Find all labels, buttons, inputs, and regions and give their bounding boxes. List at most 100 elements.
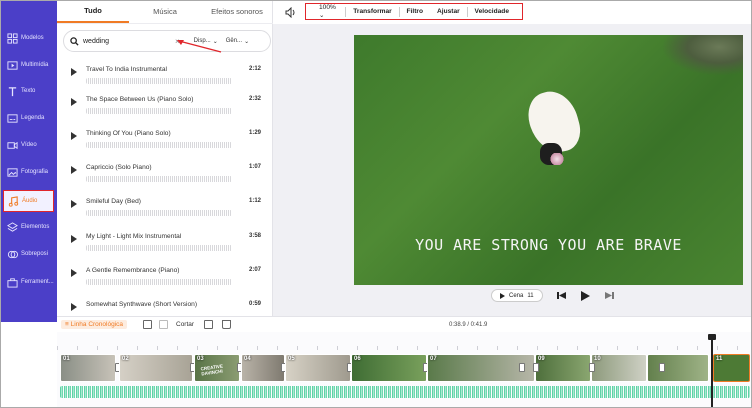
timeline-clip[interactable]: 03 CREATIVE DAVINCHI — [194, 354, 240, 382]
timeline-clip[interactable]: 04 — [241, 354, 285, 382]
clip-number: 01 — [63, 356, 70, 362]
list-item[interactable]: Travel To India Instrumental 2:12 — [57, 58, 273, 91]
transform-button[interactable]: Transformar — [346, 8, 398, 15]
play-button[interactable] — [581, 290, 591, 301]
waveform — [86, 245, 232, 251]
waveform — [86, 142, 232, 148]
speed-button[interactable]: Velocidade — [468, 8, 516, 15]
transition-handle[interactable] — [533, 363, 539, 372]
timeline-clip[interactable]: 02 — [119, 354, 193, 382]
timeline-clip-selected[interactable]: 11 — [713, 354, 750, 382]
sidebar-item-video[interactable]: Vídeo — [3, 134, 54, 156]
trash-icon[interactable] — [222, 320, 231, 329]
search-icon — [70, 36, 79, 46]
sidebar-item-label: Ferrament... — [21, 279, 54, 285]
search-bar: wedding × Disp... ⌄ Gên... ⌄ — [63, 30, 271, 52]
audio-track-waveform[interactable] — [60, 386, 750, 398]
sidebar-item-text[interactable]: Texto — [3, 80, 54, 102]
play-icon[interactable] — [71, 269, 77, 277]
search-input[interactable]: wedding — [83, 38, 171, 45]
list-item[interactable]: My Light - Light Mix Instrumental 3:58 — [57, 225, 273, 258]
play-icon[interactable] — [71, 200, 77, 208]
sidebar-item-label: Fotografia — [21, 169, 49, 175]
timeline-clip[interactable]: 10 — [591, 354, 647, 382]
timeline-clip[interactable]: 05 — [285, 354, 351, 382]
transition-handle[interactable] — [519, 363, 525, 372]
play-icon[interactable] — [71, 303, 77, 311]
sidebar-item-photo[interactable]: Fotografia — [3, 161, 54, 183]
tab-all[interactable]: Tudo — [57, 0, 129, 23]
sidebar-item-elements[interactable]: Elementos — [3, 216, 54, 238]
zoom-select[interactable]: 100% ⌄ — [312, 4, 345, 19]
genre-dropdown[interactable]: Gên... ⌄ — [226, 38, 249, 45]
photo-icon — [7, 167, 18, 177]
transition-handle[interactable] — [589, 363, 595, 372]
playhead[interactable] — [708, 334, 716, 408]
track-duration: 3:58 — [248, 233, 261, 239]
play-icon[interactable] — [71, 98, 77, 106]
play-icon[interactable] — [71, 68, 77, 76]
sidebar-item-label: Multimídia — [21, 62, 49, 68]
cut-button[interactable]: Cortar — [176, 321, 194, 328]
track-title: Travel To India Instrumental — [86, 66, 167, 73]
timeline-mode-button[interactable]: ≡ Linha Cronológica — [61, 320, 128, 329]
track-title: A Gentle Remembrance (Piano) — [86, 267, 180, 274]
clip-number: 06 — [354, 356, 361, 362]
list-item[interactable]: Capriccio (Solo Piano) 1:07 — [57, 156, 273, 189]
scene-button[interactable]: Cena 11 — [491, 289, 543, 302]
sidebar-item-label: Texto — [21, 88, 36, 94]
list-item[interactable]: A Gentle Remembrance (Piano) 2:07 — [57, 259, 273, 292]
filter-button[interactable]: Filtro — [400, 8, 430, 15]
timeline-clip[interactable]: 01 — [60, 354, 116, 382]
video-shrub — [663, 35, 743, 75]
play-icon[interactable] — [71, 235, 77, 243]
sidebar-item-subtitle[interactable]: Legenda — [3, 107, 54, 129]
next-icon[interactable] — [605, 291, 615, 301]
overlay-icon — [7, 250, 18, 258]
sidebar-item-label: Áudio — [22, 198, 38, 204]
clip-number: 03 — [197, 356, 204, 362]
sidebar-item-templates[interactable]: Modelos — [3, 27, 54, 49]
timeline-clip[interactable]: 06 — [351, 354, 427, 382]
genre-dropdown-label: Gên... — [225, 38, 243, 44]
list-item[interactable]: Thinking Of You (Piano Solo) 1:29 — [57, 122, 273, 155]
waveform — [86, 108, 232, 114]
play-icon[interactable] — [71, 132, 77, 140]
volume-icon[interactable] — [285, 7, 297, 18]
timeline-mode-label: Linha Cronológica — [70, 321, 124, 328]
track-title: Capriccio (Solo Piano) — [86, 164, 152, 171]
video-preview[interactable]: YOU ARE STRONG YOU ARE BRAVE — [354, 35, 743, 285]
tools-icon — [7, 277, 18, 288]
duplicate-icon[interactable] — [204, 320, 213, 329]
add-scene-icon[interactable] — [143, 320, 152, 329]
track-title: Thinking Of You (Piano Solo) — [86, 130, 171, 137]
video-caption[interactable]: YOU ARE STRONG YOU ARE BRAVE — [354, 236, 743, 254]
sidebar-item-audio[interactable]: Áudio — [3, 190, 54, 212]
clip-number: 05 — [288, 356, 295, 362]
adjust-button[interactable]: Ajustar — [430, 8, 467, 15]
waveform — [86, 279, 232, 285]
clip-number: 09 — [538, 356, 545, 362]
sidebar-item-overlay[interactable]: Sobreposi — [3, 243, 54, 265]
timeline: 01 02 03 CREATIVE DAVINCHI 04 05 06 07 09… — [57, 332, 752, 408]
sidebar: Modelos Multimídia Texto Legenda Vídeo F… — [0, 0, 57, 322]
track-title: The Space Between Us (Piano Solo) — [86, 96, 194, 103]
previous-icon[interactable] — [557, 291, 567, 301]
sidebar-item-label: Legenda — [21, 115, 45, 121]
sidebar-item-media[interactable]: Multimídia — [3, 54, 54, 76]
play-icon[interactable] — [71, 166, 77, 174]
track-duration: 2:07 — [248, 267, 261, 273]
timeline-clip[interactable]: 09 — [535, 354, 591, 382]
track-duration: 0:59 — [248, 301, 261, 307]
preview-stage: YOU ARE STRONG YOU ARE BRAVE Cena 11 — [273, 24, 752, 322]
list-item[interactable]: The Space Between Us (Piano Solo) 2:32 — [57, 88, 273, 121]
sidebar-item-tools[interactable]: Ferrament... — [3, 271, 54, 293]
transition-handle[interactable] — [659, 363, 665, 372]
templates-icon — [7, 32, 18, 44]
tab-music[interactable]: Música — [129, 0, 201, 23]
tab-sound-effects[interactable]: Efeitos sonoros — [201, 0, 273, 23]
timeline-ruler[interactable] — [57, 332, 752, 350]
split-icon[interactable] — [159, 320, 168, 329]
timeline-clip[interactable] — [647, 354, 709, 382]
list-item[interactable]: Smileful Day (Bed) 1:12 — [57, 190, 273, 223]
